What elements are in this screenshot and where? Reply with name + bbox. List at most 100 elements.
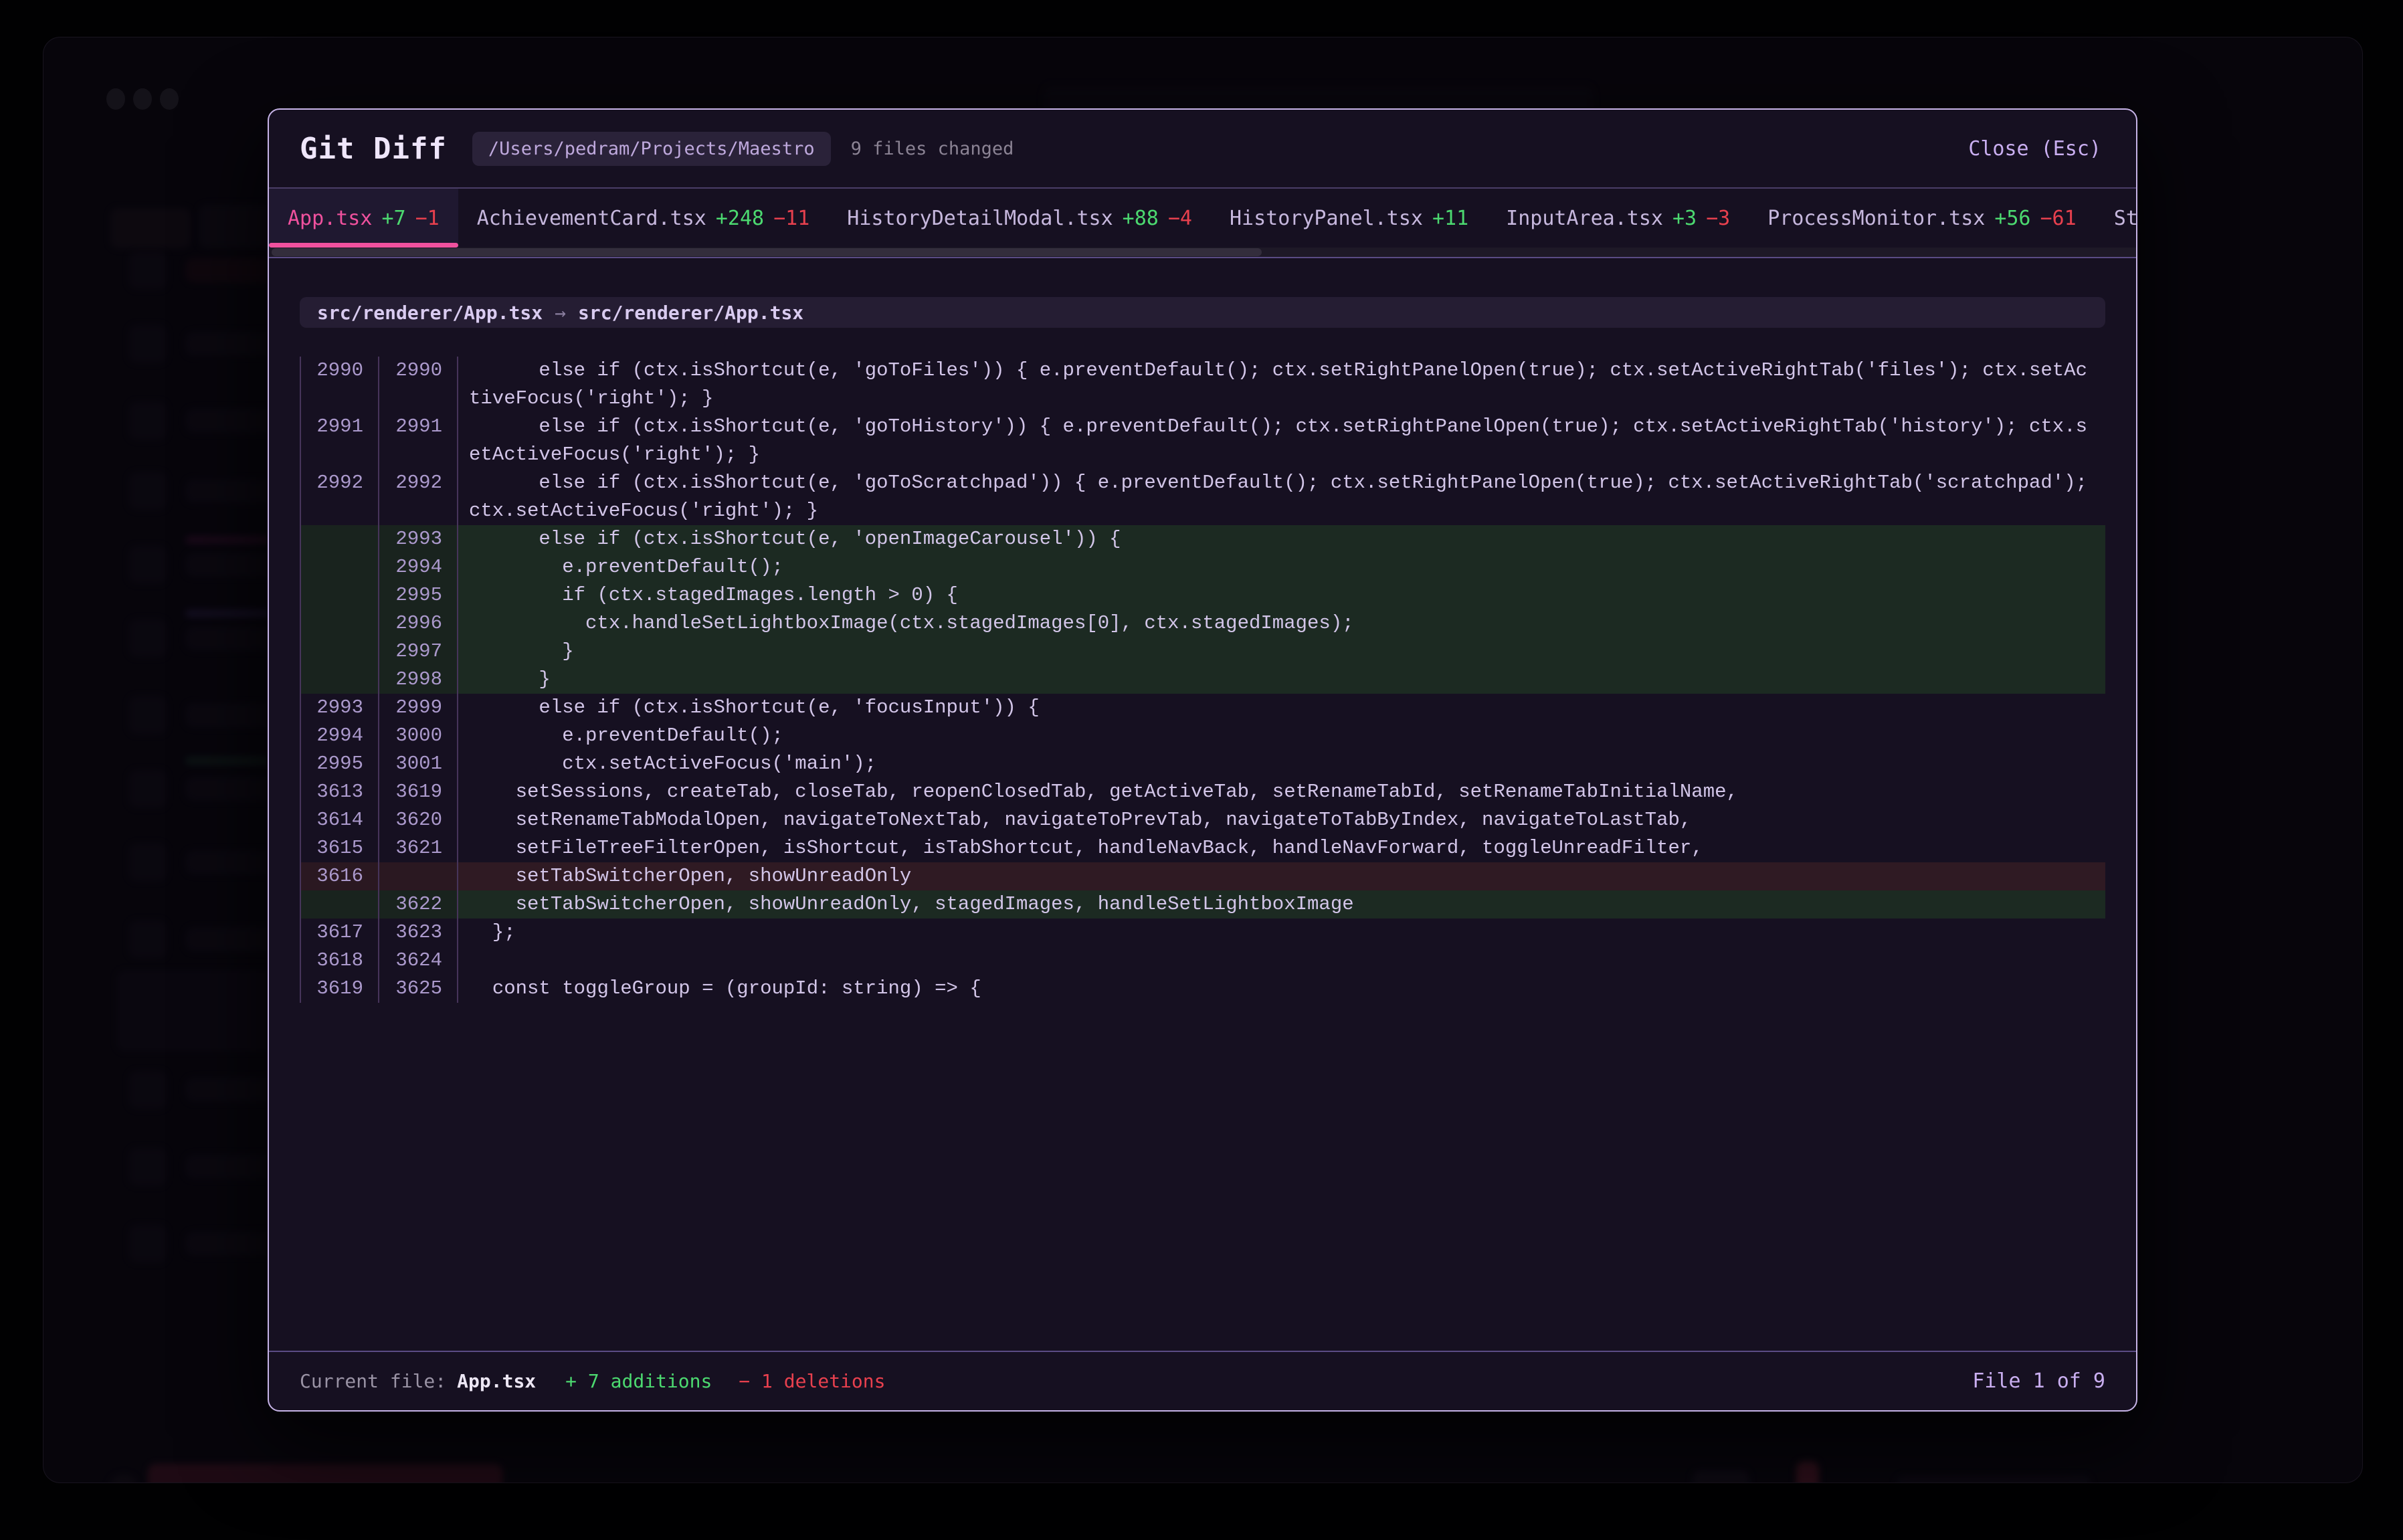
diff-row: 36133619 setSessions, createTab, closeTa… bbox=[301, 778, 2105, 806]
new-line-number: 2994 bbox=[379, 553, 458, 581]
new-line-number: 2991 bbox=[379, 413, 458, 469]
code-line: setSessions, createTab, closeTab, reopen… bbox=[458, 778, 2105, 806]
tab-historypanel-tsx[interactable]: HistoryPanel.tsx+11 bbox=[1211, 189, 1487, 248]
tab-file-name: InputArea.tsx bbox=[1506, 207, 1663, 230]
tab-additions: +3 bbox=[1672, 207, 1697, 230]
old-line-number: 2992 bbox=[301, 469, 379, 525]
diff-row: 36193625 const toggleGroup = (groupId: s… bbox=[301, 975, 2105, 1003]
new-line-number: 3623 bbox=[379, 919, 458, 947]
diff-row: 3622 setTabSwitcherOpen, showUnreadOnly,… bbox=[301, 890, 2105, 919]
new-line-number: 2990 bbox=[379, 357, 458, 413]
code-line: else if (ctx.isShortcut(e, 'goToHistory'… bbox=[458, 413, 2105, 469]
tab-deletions: −61 bbox=[2040, 207, 2077, 230]
new-line-number: 3621 bbox=[379, 834, 458, 862]
diff-row: 36143620 setRenameTabModalOpen, navigate… bbox=[301, 806, 2105, 834]
new-line-number: 2993 bbox=[379, 525, 458, 553]
additions-count: + 7 additions bbox=[565, 1370, 712, 1392]
old-line-number: 2993 bbox=[301, 694, 379, 722]
tab-deletions: −4 bbox=[1168, 207, 1192, 230]
deletions-count: − 1 deletions bbox=[739, 1370, 885, 1392]
new-line-number: 3620 bbox=[379, 806, 458, 834]
old-line-number: 3615 bbox=[301, 834, 379, 862]
tab-additions: +248 bbox=[716, 207, 764, 230]
new-line-number: 3624 bbox=[379, 947, 458, 975]
diff-row: 36183624 bbox=[301, 947, 2105, 975]
current-file-name: App.tsx bbox=[457, 1370, 536, 1392]
file-path-from: src/renderer/App.tsx bbox=[317, 302, 543, 324]
code-line: else if (ctx.isShortcut(e, 'goToFiles'))… bbox=[458, 357, 2105, 413]
code-line bbox=[458, 947, 2105, 975]
arrow-icon: → bbox=[555, 302, 566, 324]
tab-file-name: HistoryDetailModal.tsx bbox=[847, 207, 1113, 230]
diff-content: src/renderer/App.tsx → src/renderer/App.… bbox=[269, 258, 2136, 1351]
old-line-number: 3613 bbox=[301, 778, 379, 806]
tab-file-name: HistoryPanel.tsx bbox=[1230, 207, 1423, 230]
old-line-number bbox=[301, 525, 379, 553]
tab-inputarea-tsx[interactable]: InputArea.tsx +3 −3 bbox=[1487, 189, 1749, 248]
new-line-number: 2998 bbox=[379, 666, 458, 694]
code-line: const toggleGroup = (groupId: string) =>… bbox=[458, 975, 2105, 1003]
tab-additions: +7 bbox=[381, 207, 405, 230]
diff-row: 2998 } bbox=[301, 666, 2105, 694]
tab-additions: +56 bbox=[1994, 207, 2030, 230]
old-line-number: 3619 bbox=[301, 975, 379, 1003]
tab-stand[interactable]: Stand bbox=[2095, 189, 2136, 248]
diff-row: 29953001 ctx.setActiveFocus('main'); bbox=[301, 750, 2105, 778]
tab-deletions: −3 bbox=[1706, 207, 1730, 230]
tabs-scrollbar-thumb[interactable] bbox=[272, 248, 1262, 256]
tab-deletions: −11 bbox=[773, 207, 809, 230]
old-line-number bbox=[301, 638, 379, 666]
diff-row: 29922992 else if (ctx.isShortcut(e, 'goT… bbox=[301, 469, 2105, 525]
tab-achievementcard-tsx[interactable]: AchievementCard.tsx+248−11 bbox=[458, 189, 829, 248]
code-line: ctx.setActiveFocus('main'); bbox=[458, 750, 2105, 778]
tab-file-name: Stand bbox=[2114, 207, 2136, 230]
new-line-number: 2997 bbox=[379, 638, 458, 666]
old-line-number: 3617 bbox=[301, 919, 379, 947]
code-line: setTabSwitcherOpen, showUnreadOnly, stag… bbox=[458, 890, 2105, 919]
new-line-number: 3000 bbox=[379, 722, 458, 750]
new-line-number: 3625 bbox=[379, 975, 458, 1003]
git-diff-modal: Git Diff /Users/pedram/Projects/Maestro … bbox=[268, 108, 2137, 1412]
diff-row: 29912991 else if (ctx.isShortcut(e, 'goT… bbox=[301, 413, 2105, 469]
tab-processmonitor-tsx[interactable]: ProcessMonitor.tsx +56 −61 bbox=[1749, 189, 2095, 248]
old-line-number bbox=[301, 581, 379, 609]
diff-row: 2997 } bbox=[301, 638, 2105, 666]
file-path-to: src/renderer/App.tsx bbox=[578, 302, 803, 324]
code-line: setRenameTabModalOpen, navigateToNextTab… bbox=[458, 806, 2105, 834]
tabs-horizontal-scrollbar bbox=[269, 248, 2136, 257]
code-line: }; bbox=[458, 919, 2105, 947]
old-line-number: 2994 bbox=[301, 722, 379, 750]
old-line-number: 3618 bbox=[301, 947, 379, 975]
old-line-number bbox=[301, 609, 379, 638]
code-line: setFileTreeFilterOpen, isShortcut, isTab… bbox=[458, 834, 2105, 862]
project-path-badge: /Users/pedram/Projects/Maestro bbox=[472, 132, 831, 166]
new-line-number bbox=[379, 862, 458, 890]
code-line: else if (ctx.isShortcut(e, 'focusInput')… bbox=[458, 694, 2105, 722]
old-line-number: 3616 bbox=[301, 862, 379, 890]
tab-deletions: −1 bbox=[415, 207, 440, 230]
tab-historydetailmodal-tsx[interactable]: HistoryDetailModal.tsx+88−4 bbox=[828, 189, 1211, 248]
old-line-number bbox=[301, 666, 379, 694]
files-changed-count: 9 files changed bbox=[851, 138, 1014, 159]
code-line: else if (ctx.isShortcut(e, 'goToScratchp… bbox=[458, 469, 2105, 525]
diff-row: 29932999 else if (ctx.isShortcut(e, 'foc… bbox=[301, 694, 2105, 722]
tab-app-tsx[interactable]: App.tsx+7−1 bbox=[269, 189, 458, 248]
code-line: if (ctx.stagedImages.length > 0) { bbox=[458, 581, 2105, 609]
new-line-number: 3619 bbox=[379, 778, 458, 806]
diff-row: 36173623 }; bbox=[301, 919, 2105, 947]
old-line-number: 3614 bbox=[301, 806, 379, 834]
code-line: } bbox=[458, 666, 2105, 694]
close-button[interactable]: Close (Esc) bbox=[1964, 136, 2105, 161]
old-line-number: 2995 bbox=[301, 750, 379, 778]
code-line: ctx.handleSetLightboxImage(ctx.stagedIma… bbox=[458, 609, 2105, 638]
old-line-number: 2991 bbox=[301, 413, 379, 469]
modal-header: Git Diff /Users/pedram/Projects/Maestro … bbox=[269, 110, 2136, 189]
new-line-number: 2999 bbox=[379, 694, 458, 722]
tab-file-name: ProcessMonitor.tsx bbox=[1767, 207, 1985, 230]
new-line-number: 2996 bbox=[379, 609, 458, 638]
old-line-number: 2990 bbox=[301, 357, 379, 413]
old-line-number bbox=[301, 553, 379, 581]
code-line: setTabSwitcherOpen, showUnreadOnly bbox=[458, 862, 2105, 890]
new-line-number: 3001 bbox=[379, 750, 458, 778]
current-file-label: Current file: bbox=[300, 1370, 446, 1392]
